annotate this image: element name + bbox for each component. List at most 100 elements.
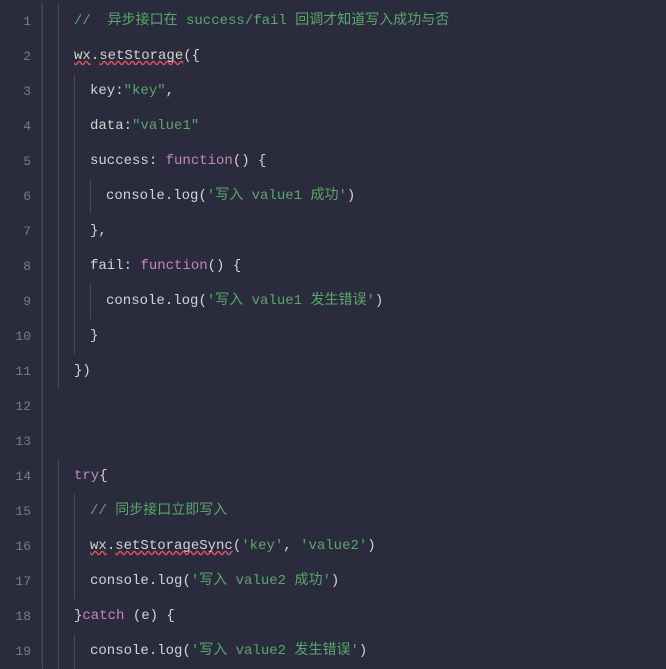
line-number: 10 [0,319,31,354]
string-token: '写入 value1 成功' [207,188,347,204]
string-token: 'value2' [300,538,367,554]
identifier-token: console [90,643,149,659]
property-token: success [90,153,149,169]
property-token: fail [90,258,124,274]
line-number: 6 [0,179,31,214]
code-line[interactable]: console.log('写入 value1 成功') [42,179,666,214]
code-line[interactable]: }catch (e) { [42,599,666,634]
code-line[interactable]: console.log('写入 value1 发生错误') [42,284,666,319]
line-number-gutter: 1 2 3 4 5 6 7 8 9 10 11 12 13 14 15 16 1… [0,0,42,665]
keyword-token: function [166,153,233,169]
code-line[interactable]: key:"key", [42,74,666,109]
method-token: log [157,573,182,589]
identifier-token: console [106,188,165,204]
code-line[interactable]: }) [42,354,666,389]
line-number: 12 [0,389,31,424]
punct-token: (e) { [124,608,174,624]
line-number: 18 [0,599,31,634]
identifier-token: wx [74,48,91,64]
punct-token: . [107,538,115,554]
code-line[interactable]: } [42,319,666,354]
code-content[interactable]: // 异步接口在 success/fail 回调才知道写入成功与否 wx.set… [42,0,666,665]
punct-token: ({ [183,48,200,64]
punct-token: : [124,118,132,134]
punct-token: ) [347,188,355,204]
identifier-token: wx [90,538,107,554]
code-line[interactable]: wx.setStorageSync('key', 'value2') [42,529,666,564]
punct-token: ) [331,573,339,589]
punct-token: . [165,188,173,204]
line-number: 8 [0,249,31,284]
line-number: 19 [0,634,31,669]
code-line[interactable] [42,424,666,459]
code-line[interactable]: console.log('写入 value2 成功') [42,564,666,599]
punct-token: ( [182,573,190,589]
line-number: 1 [0,4,31,39]
method-token: setStorageSync [115,538,233,554]
punct-token: }) [74,363,91,379]
line-number: 5 [0,144,31,179]
punct-token: , [166,83,174,99]
punct-token: : [124,258,141,274]
punct-token: ( [198,188,206,204]
comment-token: // 同步接口立即写入 [90,503,227,519]
punct-token: ( [182,643,190,659]
code-line[interactable]: // 同步接口立即写入 [42,494,666,529]
method-token: log [173,293,198,309]
punct-token: , [283,538,300,554]
line-number: 3 [0,74,31,109]
punct-token: () { [233,153,267,169]
line-number: 17 [0,564,31,599]
code-line[interactable]: console.log('写入 value2 发生错误') [42,634,666,669]
code-line[interactable]: data:"value1" [42,109,666,144]
punct-token: } [90,328,98,344]
line-number: 7 [0,214,31,249]
string-token: 'key' [241,538,283,554]
code-editor: 1 2 3 4 5 6 7 8 9 10 11 12 13 14 15 16 1… [0,0,666,665]
method-token: setStorage [99,48,183,64]
punct-token: . [91,48,99,64]
line-number: 9 [0,284,31,319]
property-token: key [90,83,115,99]
punct-token: ) [375,293,383,309]
string-token: '写入 value1 发生错误' [207,293,375,309]
method-token: log [173,188,198,204]
punct-token: . [149,643,157,659]
keyword-token: catch [82,608,124,624]
code-line[interactable] [42,389,666,424]
punct-token: ) [359,643,367,659]
code-line[interactable]: }, [42,214,666,249]
line-number: 16 [0,529,31,564]
punct-token: . [165,293,173,309]
comment-token: // 异步接口在 success/fail 回调才知道写入成功与否 [74,13,449,29]
line-number: 11 [0,354,31,389]
code-line[interactable]: fail: function() { [42,249,666,284]
line-number: 14 [0,459,31,494]
keyword-token: try [74,468,99,484]
punct-token: ) [367,538,375,554]
punct-token: }, [90,223,107,239]
property-token: data [90,118,124,134]
identifier-token: console [90,573,149,589]
punct-token: ( [198,293,206,309]
keyword-token: function [140,258,207,274]
identifier-token: console [106,293,165,309]
code-line[interactable]: try{ [42,459,666,494]
line-number: 4 [0,109,31,144]
punct-token: . [149,573,157,589]
string-token: '写入 value2 成功' [191,573,331,589]
code-line[interactable]: success: function() { [42,144,666,179]
punct-token: : [115,83,123,99]
string-token: "value1" [132,118,199,134]
punct-token: { [99,468,107,484]
punct-token: : [149,153,166,169]
line-number: 13 [0,424,31,459]
code-line[interactable]: wx.setStorage({ [42,39,666,74]
code-line[interactable]: // 异步接口在 success/fail 回调才知道写入成功与否 [42,4,666,39]
punct-token: () { [208,258,242,274]
string-token: "key" [124,83,166,99]
punct-token: ( [233,538,241,554]
string-token: '写入 value2 发生错误' [191,643,359,659]
method-token: log [157,643,182,659]
line-number: 15 [0,494,31,529]
